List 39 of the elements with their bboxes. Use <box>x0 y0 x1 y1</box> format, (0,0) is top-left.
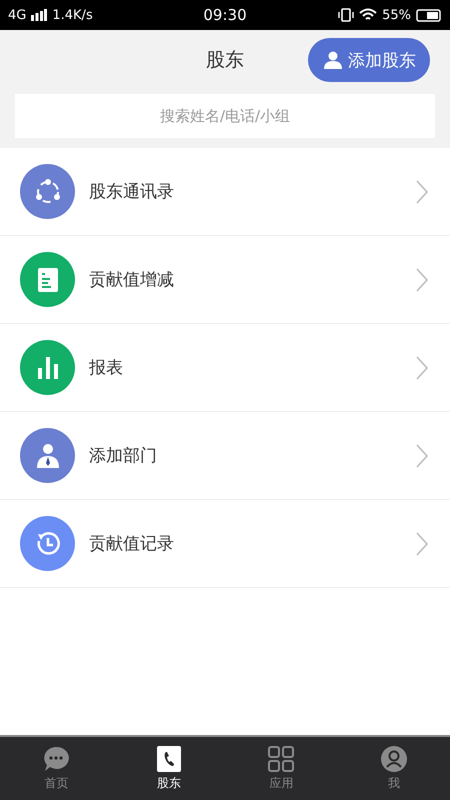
battery-icon <box>416 8 442 22</box>
tab[interactable]: 应用 <box>225 737 338 800</box>
grid-icon <box>268 746 294 772</box>
menu-label: 报表 <box>89 357 124 379</box>
menu-label: 股东通讯录 <box>89 181 175 203</box>
bar-chart-icon <box>38 356 58 378</box>
menu-item[interactable]: 贡献值增减 <box>0 236 450 324</box>
chevron-right-icon <box>416 356 428 380</box>
avatar-icon <box>380 746 407 772</box>
chevron-right-icon <box>416 444 428 468</box>
chevron-right-icon <box>416 532 428 556</box>
menu-label: 贡献值记录 <box>89 533 175 555</box>
signal-icon <box>31 9 48 21</box>
menu-label: 贡献值增减 <box>89 269 175 291</box>
menu-item[interactable]: 贡献值记录 <box>0 500 450 588</box>
share-icon <box>34 178 62 206</box>
phone-book-icon <box>156 746 181 772</box>
menu-item[interactable]: 报表 <box>0 324 450 412</box>
network-speed: 1.4K/s <box>52 8 93 22</box>
network-type: 4G <box>8 8 26 22</box>
search-field[interactable]: 搜索姓名/电话/小组 <box>15 94 435 138</box>
wifi-icon <box>359 8 378 22</box>
menu-label: 添加部门 <box>89 445 158 467</box>
vibrate-icon <box>338 8 354 22</box>
chevron-right-icon <box>416 180 428 204</box>
person-icon <box>36 444 58 468</box>
chat-icon <box>43 746 70 772</box>
chevron-right-icon <box>416 268 428 292</box>
add-shareholder-button[interactable]: 添加股东 <box>308 38 430 82</box>
document-icon <box>38 268 58 292</box>
menu-item[interactable]: 添加部门 <box>0 412 450 500</box>
tab[interactable]: 股东 <box>112 737 225 800</box>
tab[interactable]: 我 <box>338 737 450 800</box>
tab[interactable]: 首页 <box>0 737 112 800</box>
page-title: 股东 <box>206 48 244 73</box>
menu-item[interactable]: 股东通讯录 <box>0 148 450 236</box>
battery-percent: 55% <box>382 8 412 22</box>
clock: 09:30 <box>202 6 248 24</box>
person-icon <box>324 51 342 69</box>
